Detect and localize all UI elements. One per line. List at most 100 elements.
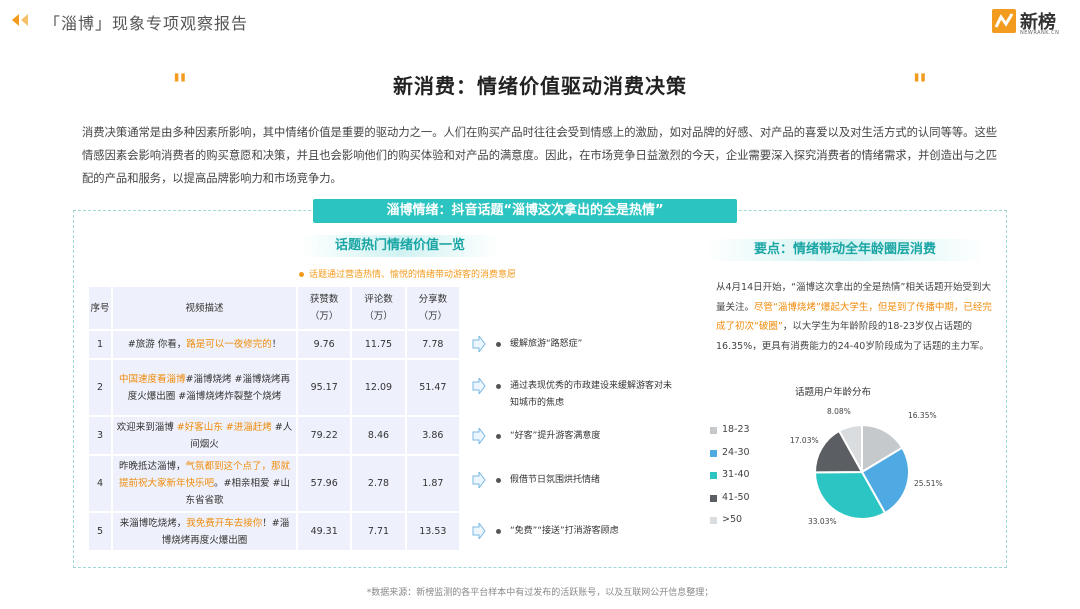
video-table: 序号 视频描述 获赞数 （万） 评论数 （万） 分享数 （万） 1 #旅游 你看，…: [87, 285, 461, 552]
legend-label: 18-23: [722, 424, 750, 435]
right-section-heading: 要点：情绪带动全年龄圈层消费: [705, 239, 985, 261]
legend-swatch: [710, 427, 717, 434]
highlight-text: 中国速度看淄博: [119, 373, 186, 385]
table-row: 4 昨晚抵达淄博，气氛都到这个点了，那就提前祝大家新年快乐吧。#相亲相爱 #山东省…: [89, 456, 459, 511]
cell-comments: 12.09: [352, 360, 405, 415]
cell-shares: 51.47: [406, 360, 459, 415]
insight-text: 缓解旅游“路怒症”: [510, 339, 583, 349]
insight-text: 假借节日氛围烘托情绪: [510, 475, 601, 485]
col-header-comments: 评论数 （万）: [352, 287, 405, 329]
insight-text: “好客”提升游客满意度: [510, 431, 601, 441]
arrow-right-icon: [472, 428, 486, 444]
bullet-icon: [496, 384, 501, 389]
bullet-icon: [496, 529, 501, 534]
desc-text: 欢迎来到淄博: [116, 421, 177, 433]
cell-likes: 79.22: [298, 417, 351, 454]
table-row: 3 欢迎来到淄博 #好客山东 #进淄赶烤 #人间烟火 79.22 8.46 3.86: [89, 417, 459, 454]
double-arrow-icon: [12, 14, 28, 26]
cell-no: 5: [89, 513, 111, 550]
report-title: 「淄博」现象专项观察报告: [44, 14, 249, 33]
arrow-right-icon: [472, 336, 486, 352]
pie-data-label: 17.03%: [790, 436, 819, 445]
table-row: 2 中国速度看淄博#淄博烧烤 #淄博烧烤再度火爆出圈 #淄博烧烤炸裂整个烧烤 95.…: [89, 360, 459, 415]
section-banner: 淄博情绪：抖音话题“淄博这次拿出的全是热情”: [313, 199, 737, 223]
pie-data-label: 33.03%: [808, 517, 837, 526]
quote-mark-right: ": [912, 68, 928, 103]
cell-shares: 7.78: [406, 331, 459, 358]
cell-no: 2: [89, 360, 111, 415]
legend-item: 18-23: [710, 419, 750, 442]
legend-swatch: [710, 494, 717, 502]
left-section-heading: 话题热门情绪价值一览: [300, 235, 500, 257]
cell-no: 1: [89, 331, 111, 358]
cell-desc: 中国速度看淄博#淄博烧烤 #淄博烧烤再度火爆出圈 #淄博烧烤炸裂整个烧烤: [113, 360, 296, 415]
cell-comments: 8.46: [352, 417, 405, 454]
cell-likes: 9.76: [298, 331, 351, 358]
cell-no: 4: [89, 456, 111, 511]
cell-desc: 欢迎来到淄博 #好客山东 #进淄赶烤 #人间烟火: [113, 417, 296, 454]
arrow-right-icon: [472, 523, 486, 539]
desc-text: ！: [271, 339, 282, 350]
bullet-icon: [496, 342, 501, 347]
legend-item: 24-30: [710, 442, 750, 465]
intro-paragraph: 消费决策通常是由多种因素所影响，其中情绪价值是重要的驱动力之一。人们在购买产品时…: [82, 126, 998, 185]
cell-comments: 2.78: [352, 456, 405, 511]
chart-title: 话题用户年龄分布: [795, 387, 872, 398]
col-header-desc: 视频描述: [113, 287, 296, 329]
age-pie-chart: 16.35% 25.51% 33.03% 17.03% 8.08%: [790, 407, 943, 526]
bullet-icon: [496, 478, 501, 483]
top-bar: 「淄博」现象专项观察报告 新榜 NEWRANK.CN: [0, 0, 1080, 40]
cell-likes: 49.31: [298, 513, 351, 550]
col-header-no: 序号: [89, 287, 111, 329]
legend-swatch: [710, 449, 717, 457]
cell-shares: 3.86: [406, 417, 459, 454]
desc-text: 来淄博吃烧烤，: [119, 517, 187, 529]
cell-desc: 来淄博吃烧烤，我免费开车去接你！#淄博烧烤再度火爆出圈: [113, 513, 296, 550]
bullet-icon: [299, 272, 304, 277]
highlight-text: 我免费开车去接你: [186, 517, 263, 529]
highlight-text: #好客山东 #进淄赶烤: [176, 421, 272, 433]
desc-text: 昨晚抵达淄博，: [118, 461, 186, 472]
cell-likes: 95.17: [298, 360, 351, 415]
legend-item: 31-40: [710, 464, 750, 487]
legend-label: >50: [722, 514, 743, 525]
pie-data-label: 16.35%: [908, 411, 937, 420]
right-paragraph: 从4月14日开始，“淄博这次拿出的全是热情”相关话题开始受到大量关注。尽管“淄博…: [716, 278, 998, 356]
legend-item: >50: [710, 509, 750, 532]
pie-data-label: 8.08%: [827, 407, 851, 416]
cell-shares: 13.53: [406, 513, 459, 550]
insight-text: 通过表现优秀的市政建设来缓解游客对未知城市的焦虑: [510, 381, 673, 408]
cell-desc: 昨晚抵达淄博，气氛都到这个点了，那就提前祝大家新年快乐吧。#相亲相爱 #山东省省…: [113, 456, 296, 511]
cell-shares: 1.87: [406, 456, 459, 511]
legend-label: 31-40: [722, 469, 750, 480]
col-header-likes: 获赞数 （万）: [298, 287, 351, 329]
table-row: 5 来淄博吃烧烤，我免费开车去接你！#淄博烧烤再度火爆出圈 49.31 7.71 13.…: [89, 513, 459, 550]
chart-legend: 18-23 24-30 31-40 41-50 >50: [710, 419, 750, 532]
logo-subtext: NEWRANK.CN: [1020, 30, 1060, 36]
cell-comments: 11.75: [352, 331, 405, 358]
col-header-shares: 分享数 （万）: [406, 287, 459, 329]
legend-swatch: [710, 472, 717, 479]
arrow-right-icon: [472, 472, 486, 488]
table-row: 1 #旅游 你看，路是可以一夜修完的！ 9.76 11.75 7.78: [89, 331, 459, 358]
note-text: 话题通过营造热情、愉悦的情绪带动游客的消费意愿: [309, 270, 517, 280]
newrank-logo-icon: [992, 9, 1016, 33]
table-header-row: 序号 视频描述 获赞数 （万） 评论数 （万） 分享数 （万）: [89, 287, 459, 329]
legend-item: 41-50: [710, 487, 750, 510]
newrank-logo: 新榜 NEWRANK.CN: [992, 8, 1060, 38]
arrow-right-icon: [472, 378, 486, 394]
highlight-text: 路是可以一夜修完的: [186, 339, 272, 350]
cell-comments: 7.71: [352, 513, 405, 550]
cell-likes: 57.96: [298, 456, 351, 511]
legend-swatch: [710, 517, 717, 524]
legend-label: 24-30: [722, 446, 750, 458]
bullet-icon: [496, 434, 501, 439]
desc-text: #旅游 你看，: [127, 339, 187, 350]
cell-no: 3: [89, 417, 111, 454]
data-source-note: *数据来源：新榜监测的各平台样本中有过发布的活跃账号，以及互联网公开信息整理；: [366, 588, 714, 598]
section-note: 话题通过营造热情、愉悦的情绪带动游客的消费意愿: [299, 267, 516, 280]
pie-data-label: 25.51%: [914, 479, 943, 488]
legend-label: 41-50: [722, 491, 750, 503]
insight-text: “免费”“接送”打消游客顾虑: [510, 526, 619, 536]
cell-desc: #旅游 你看，路是可以一夜修完的！: [113, 331, 296, 358]
